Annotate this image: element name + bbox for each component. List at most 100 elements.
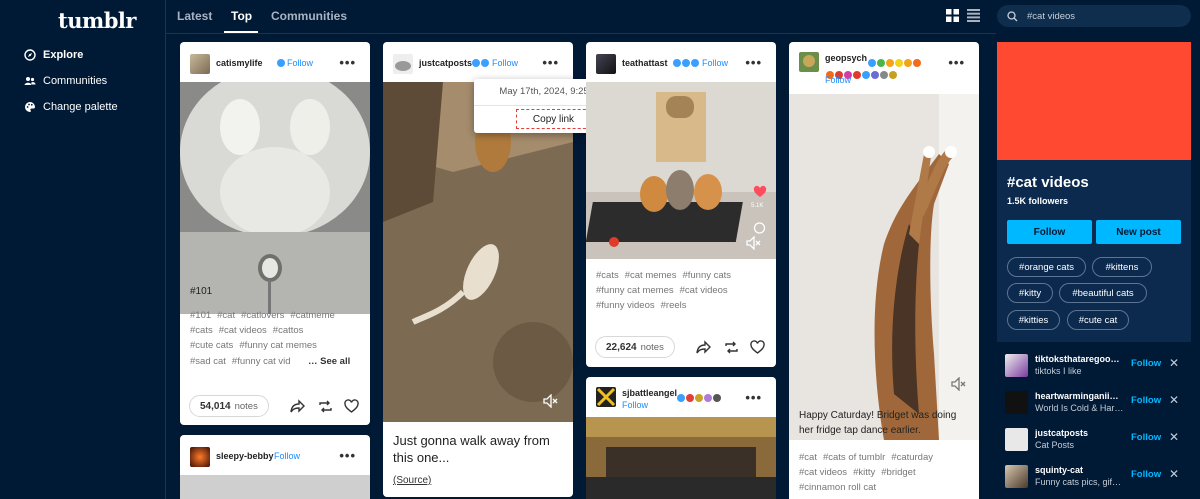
avatar[interactable] (596, 54, 616, 74)
tag[interactable]: #cats (190, 325, 213, 336)
related-tag-chip[interactable]: #kittens (1092, 257, 1152, 277)
suggested-blog[interactable]: tiktoksthataregoo… tiktoks I like Follow… (997, 350, 1191, 386)
tag[interactable]: #cat videos (680, 285, 728, 296)
nav-explore[interactable]: Explore (24, 45, 83, 65)
suggested-blog[interactable]: justcatposts Cat Posts Follow ✕ (997, 424, 1191, 460)
post-video[interactable]: 5.1K (586, 82, 776, 259)
avatar[interactable] (596, 387, 616, 407)
avatar[interactable] (1005, 354, 1028, 377)
tag[interactable]: #cute cats (190, 340, 233, 351)
post-image[interactable] (180, 475, 370, 499)
tab-communities[interactable]: Communities (271, 9, 347, 23)
follow-tag-button[interactable]: Follow (1007, 220, 1092, 244)
post-image[interactable] (180, 82, 370, 314)
tag[interactable]: #cat memes (625, 270, 677, 281)
more-options-icon[interactable]: ••• (948, 55, 965, 70)
nav-change-palette[interactable]: Change palette (24, 97, 118, 117)
tag[interactable]: #cattos (273, 325, 304, 336)
suggested-blog[interactable]: heartwarminganii… World Is Cold & Har… F… (997, 387, 1191, 423)
video-comment-icon[interactable] (753, 222, 766, 235)
related-tag-chip[interactable]: #orange cats (1007, 257, 1086, 277)
list-view-icon[interactable] (967, 9, 980, 22)
tag[interactable]: #funny cat vid (232, 356, 291, 367)
like-heart-icon[interactable] (750, 340, 765, 355)
avatar[interactable] (799, 52, 819, 72)
follow-button[interactable]: Follow (1131, 469, 1161, 480)
post-username[interactable]: sleepy-bebby (216, 451, 274, 461)
reblog-icon[interactable] (318, 399, 333, 414)
video-like-heart-icon[interactable] (752, 185, 768, 199)
more-options-icon[interactable]: ••• (745, 390, 762, 405)
post-username[interactable]: sjbattleangel (622, 388, 677, 398)
tag[interactable]: #cats of tumblr (823, 452, 885, 463)
follow-link[interactable]: Follow (825, 75, 851, 85)
tag[interactable]: #funny cat memes (239, 340, 317, 351)
reblog-icon[interactable] (724, 340, 739, 355)
follow-button[interactable]: Follow (1131, 395, 1161, 406)
share-icon[interactable] (290, 399, 305, 414)
nav-communities[interactable]: Communities (24, 71, 107, 91)
tag[interactable]: #cats (596, 270, 619, 281)
post-video[interactable] (789, 94, 979, 440)
tumblr-logo[interactable]: tumblr (58, 8, 136, 33)
follow-button[interactable]: Follow (1131, 358, 1161, 369)
new-post-button[interactable]: New post (1096, 220, 1181, 244)
post-username[interactable]: geopsych (825, 53, 867, 63)
tag[interactable]: #cat (217, 310, 235, 321)
mute-icon[interactable] (543, 394, 559, 408)
tag[interactable]: #catmeme (290, 310, 334, 321)
avatar[interactable] (1005, 428, 1028, 451)
notes-count[interactable]: 22,624 notes (595, 336, 675, 358)
post-username[interactable]: catismylife (216, 58, 263, 68)
follow-link[interactable]: Follow (672, 58, 728, 68)
related-tag-chip[interactable]: #kitty (1007, 283, 1053, 303)
post-video[interactable] (383, 82, 573, 422)
grid-view-icon[interactable] (946, 9, 959, 22)
tag[interactable]: #catlovers (241, 310, 284, 321)
post-username[interactable]: justcatposts (419, 58, 472, 68)
tag[interactable]: #cinnamon roll cat (799, 482, 876, 493)
tab-top[interactable]: Top (231, 9, 252, 23)
avatar[interactable] (1005, 465, 1028, 488)
more-options-icon[interactable]: ••• (745, 55, 762, 70)
follow-link[interactable]: Follow (274, 451, 300, 461)
related-tag-chip[interactable]: #kitties (1007, 310, 1060, 330)
more-options-icon[interactable]: ••• (542, 55, 559, 70)
search-input[interactable]: #cat videos (997, 5, 1191, 27)
tag[interactable]: #caturday (891, 452, 933, 463)
follow-link[interactable]: Follow (471, 58, 518, 68)
mute-icon[interactable] (746, 236, 762, 250)
tag[interactable]: #funny cats (682, 270, 731, 281)
share-icon[interactable] (696, 340, 711, 355)
tag[interactable]: #cat videos (219, 325, 267, 336)
related-tag-chip[interactable]: #beautiful cats (1059, 283, 1147, 303)
tag[interactable]: #bridget (881, 467, 915, 478)
tag[interactable]: #cat videos (799, 467, 847, 478)
tag[interactable]: #sad cat (190, 356, 226, 367)
follow-link[interactable]: Follow (276, 58, 313, 68)
avatar[interactable] (190, 54, 210, 74)
follow-button[interactable]: Follow (1131, 432, 1161, 443)
like-heart-icon[interactable] (344, 399, 359, 414)
related-tag-chip[interactable]: #cute cat (1067, 310, 1129, 330)
tab-latest[interactable]: Latest (177, 9, 212, 23)
post-image[interactable] (586, 417, 776, 499)
tag[interactable]: #cat (799, 452, 817, 463)
tag[interactable]: #funny videos (596, 300, 655, 311)
dismiss-icon[interactable]: ✕ (1169, 467, 1179, 481)
source-link[interactable]: (Source) (393, 475, 431, 486)
see-all-link[interactable]: … See all (308, 356, 350, 367)
avatar[interactable] (393, 54, 413, 74)
tag[interactable]: #kitty (853, 467, 875, 478)
dismiss-icon[interactable]: ✕ (1169, 393, 1179, 407)
notes-count[interactable]: 54,014 notes (189, 395, 269, 417)
avatar[interactable] (190, 447, 210, 467)
more-options-icon[interactable]: ••• (339, 55, 356, 70)
more-options-icon[interactable]: ••• (339, 448, 356, 463)
avatar[interactable] (1005, 391, 1028, 414)
tag[interactable]: #reels (661, 300, 687, 311)
post-username[interactable]: teathattast (622, 58, 668, 68)
mute-icon[interactable] (951, 377, 967, 391)
tag[interactable]: #funny cat memes (596, 285, 674, 296)
dismiss-icon[interactable]: ✕ (1169, 356, 1179, 370)
